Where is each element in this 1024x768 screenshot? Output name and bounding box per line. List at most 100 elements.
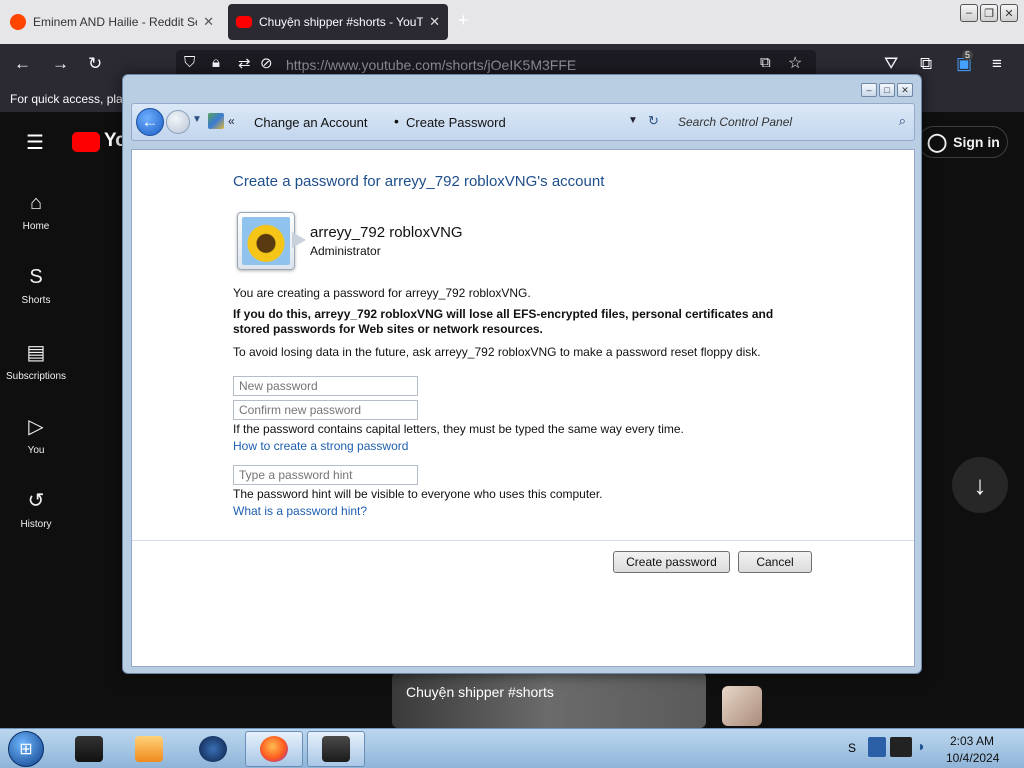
sidebar-item-you[interactable]: ▷ You [0, 414, 72, 456]
hint-visibility-note: The password hint will be visible to eve… [233, 487, 603, 501]
minimize-button[interactable]: – [960, 4, 978, 22]
bookmark-star-icon[interactable]: ☆ [788, 53, 802, 73]
password-hint-link[interactable]: What is a password hint? [233, 504, 367, 518]
sign-in-button[interactable]: ◯ Sign in [918, 126, 1008, 158]
permissions-icon[interactable]: ⇄ [238, 54, 251, 72]
back-arrow-icon: ← [141, 112, 159, 131]
breadcrumb-separator: • [394, 113, 399, 129]
browser-tab-bar: Eminem AND Hailie - Reddit Se ✕ Chuyện s… [0, 0, 1024, 44]
close-button[interactable]: ✕ [897, 83, 913, 97]
home-icon: ⌂ [29, 192, 43, 214]
sunflower-picture [242, 217, 290, 265]
sidebar-item-label: Shorts [21, 295, 51, 306]
back-icon[interactable]: ← [14, 54, 31, 74]
network-icon[interactable] [868, 737, 886, 757]
youtube-logo-icon[interactable] [72, 132, 100, 152]
extensions-icon[interactable]: ⧉ [920, 54, 932, 74]
sidebar-item-subscriptions[interactable]: ▤ Subscriptions [0, 340, 72, 382]
start-button[interactable]: ⊞ [8, 731, 44, 767]
close-button[interactable]: ✕ [1000, 4, 1018, 22]
create-password-button[interactable]: Create password [613, 551, 730, 573]
reddit-icon [10, 14, 26, 30]
user-role: Administrator [310, 244, 381, 258]
search-icon[interactable]: ⌕ [899, 113, 906, 129]
sign-in-label: Sign in [953, 134, 1000, 150]
taskbar: ⊞ S ◑ 2:03 AM 10/4/2024 [0, 728, 1024, 768]
close-tab-icon[interactable]: ✕ [429, 14, 440, 30]
next-short-button[interactable]: ↓ [952, 457, 1008, 513]
reload-icon[interactable]: ↻ [88, 54, 102, 74]
address-dropdown-icon[interactable]: ▼ [628, 115, 638, 126]
minimize-button[interactable]: – [861, 83, 877, 97]
taskbar-app-globe[interactable] [184, 731, 242, 767]
pocket-icon[interactable]: ⛛ [884, 54, 898, 74]
forward-icon[interactable]: → [52, 54, 69, 74]
refresh-icon[interactable]: ↻ [648, 113, 659, 129]
control-panel-window: – □ ✕ ← ▼ « Change an Account • Create P… [122, 74, 922, 674]
globe-icon [199, 736, 227, 762]
tray-overflow-icon[interactable]: S [848, 741, 856, 755]
sidebar-item-home[interactable]: ⌂ Home [0, 192, 72, 232]
password-hint-field[interactable] [233, 465, 418, 485]
creating-password-text: You are creating a password for arreyy_7… [233, 286, 531, 300]
autoplay-blocked-icon[interactable]: ⊘ [260, 54, 273, 72]
sidebar-item-label: You [27, 445, 45, 456]
taskbar-app-firefox[interactable] [245, 731, 303, 767]
taskbar-app-control-panel[interactable] [307, 731, 365, 767]
forward-button[interactable] [166, 110, 190, 134]
you-icon: ▷ [28, 416, 44, 438]
back-button[interactable]: ← [136, 108, 164, 136]
taskbar-app-media-player[interactable] [120, 731, 178, 767]
url-text[interactable]: https://www.youtube.com/shorts/jOeIK5M3F… [286, 57, 576, 73]
user-account-picture [237, 212, 295, 270]
cancel-button[interactable]: Cancel [738, 551, 812, 573]
extension-badge: 5 [962, 50, 974, 60]
address-bar: ← ▼ « Change an Account • Create Passwor… [131, 103, 915, 141]
media-player-icon [135, 736, 163, 762]
breadcrumb-change-account[interactable]: Change an Account [254, 115, 367, 130]
windows-logo-icon: ⊞ [19, 741, 33, 758]
page-title: Create a password for arreyy_792 robloxV… [233, 173, 605, 190]
lock-icon[interactable]: 🔒︎ [212, 54, 220, 71]
arrow-down-icon: ↓ [973, 469, 987, 500]
control-panel-icon [322, 736, 350, 762]
tab-title: Chuyện shipper #shorts - YouTu [259, 15, 424, 29]
account-icon: ◯ [927, 131, 948, 152]
picture-in-picture-icon[interactable]: ⧉ [760, 54, 771, 71]
search-box[interactable]: Search Control Panel ⌕ [672, 109, 912, 135]
channel-avatar[interactable] [722, 686, 762, 726]
user-name: arreyy_792 robloxVNG [310, 224, 463, 241]
tab-youtube[interactable]: Chuyện shipper #shorts - YouTu ✕ [228, 4, 448, 40]
close-tab-icon[interactable]: ✕ [203, 14, 214, 30]
short-title[interactable]: Chuyện shipper #shorts [406, 684, 554, 700]
maximize-button[interactable]: ❐ [980, 4, 998, 22]
breadcrumb-create-password[interactable]: Create Password [406, 115, 506, 130]
create-password-panel: Create a password for arreyy_792 robloxV… [131, 149, 915, 667]
firefox-icon [260, 736, 288, 762]
history-icon: ↺ [27, 490, 45, 512]
short-video-thumbnail[interactable] [392, 672, 706, 728]
divider [132, 540, 914, 541]
search-placeholder: Search Control Panel [678, 115, 793, 129]
sidebar-item-history[interactable]: ↺ History [0, 488, 72, 530]
tab-title: Eminem AND Hailie - Reddit Se [33, 15, 198, 29]
new-password-field[interactable] [233, 376, 418, 396]
shield-icon[interactable]: ⛉ [184, 54, 195, 71]
strong-password-link[interactable]: How to create a strong password [233, 439, 408, 453]
tab-reddit[interactable]: Eminem AND Hailie - Reddit Se ✕ [2, 4, 222, 40]
clock-date[interactable]: 10/4/2024 [946, 751, 999, 765]
maximize-button[interactable]: □ [879, 83, 895, 97]
efs-warning-text: If you do this, arreyy_792 robloxVNG wil… [233, 307, 774, 336]
control-panel-icon [208, 113, 224, 129]
volume-icon[interactable]: ◑ [916, 738, 924, 754]
sidebar-item-shorts[interactable]: S Shorts [0, 266, 72, 306]
monitor-icon[interactable] [890, 737, 912, 757]
confirm-password-field[interactable] [233, 400, 418, 420]
clock-time[interactable]: 2:03 AM [950, 734, 994, 748]
menu-icon[interactable]: ≡ [992, 54, 1002, 74]
recent-pages-dropdown-icon[interactable]: ▼ [192, 114, 202, 125]
taskbar-app-explorer[interactable] [60, 731, 118, 767]
new-tab-button[interactable]: + [458, 10, 469, 31]
hamburger-icon[interactable]: ☰ [26, 130, 44, 155]
breadcrumb-overflow-icon[interactable]: « [228, 114, 235, 128]
